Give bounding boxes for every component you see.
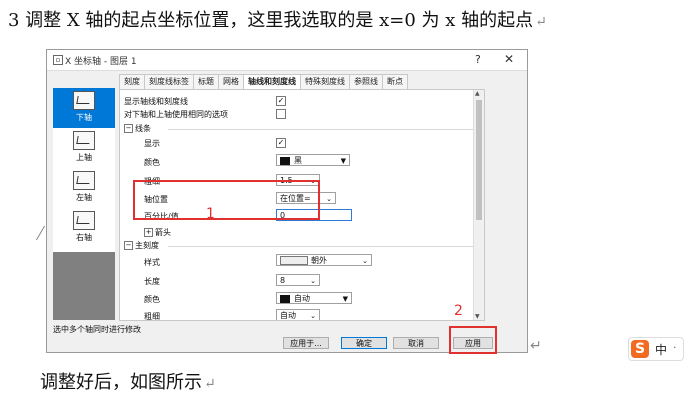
same-options-checkbox[interactable] <box>276 109 286 119</box>
highlight-box-2 <box>449 326 497 354</box>
show-axis-checkbox[interactable]: ✓ <box>276 96 286 106</box>
color-swatch <box>280 156 290 165</box>
same-options-label: 对下轴和上轴使用相同的选项 <box>124 110 228 119</box>
style-value: 朝外 <box>311 256 327 265</box>
tab-tick-labels[interactable]: 刻度线标签 <box>144 74 194 89</box>
major-color-value: 自动 <box>294 294 310 303</box>
cancel-button[interactable]: 取消 <box>393 337 439 349</box>
major-thickness-value: 自动 <box>280 311 296 320</box>
tick-style-swatch <box>280 256 308 265</box>
color-label: 颜色 <box>144 158 160 167</box>
major-tick-label: 主刻度 <box>135 241 159 250</box>
sogou-logo-icon: S <box>631 340 649 358</box>
dropdown-arrow-icon: ▼ <box>342 295 348 303</box>
annotation-number-1: 1 <box>206 206 215 222</box>
tab-breaks[interactable]: 断点 <box>382 74 408 89</box>
axis-left-icon <box>73 171 95 190</box>
dialog-title: X 坐标轴 - 图层 1 <box>65 57 137 67</box>
length-label: 长度 <box>144 277 160 286</box>
major-tick-group-title[interactable]: − 主刻度 <box>124 240 159 251</box>
ime-punct[interactable]: · <box>673 341 677 354</box>
divider <box>168 129 480 130</box>
major-color-dropdown[interactable]: 自动 ▼ <box>276 292 352 304</box>
collapse-icon: − <box>124 124 133 133</box>
tab-grid[interactable]: 网格 <box>218 74 244 89</box>
scroll-thumb[interactable] <box>476 100 482 220</box>
side-item-top[interactable]: 上轴 <box>53 128 115 168</box>
close-icon[interactable]: ✕ <box>504 52 514 66</box>
line-group-title[interactable]: − 线条 <box>124 123 151 134</box>
length-dropdown[interactable]: 8 ⌄ <box>276 274 320 286</box>
dialog-titlebar: ▫ X 坐标轴 - 图层 1 ? ✕ <box>47 50 527 71</box>
status-text: 选中多个轴同时进行修改 <box>53 325 141 334</box>
major-thickness-label: 粗细 <box>144 312 160 321</box>
highlight-box-1 <box>133 180 320 220</box>
expand-icon: + <box>144 228 153 237</box>
line-group-label: 线条 <box>135 124 151 133</box>
tab-bar: 刻度 刻度线标签 标题 网格 轴线和刻度线 特殊刻度线 参照线 断点 <box>119 74 408 89</box>
style-label: 样式 <box>144 258 160 267</box>
chevron-down-icon: ⌄ <box>326 195 332 203</box>
side-item-bottom[interactable]: 下轴 <box>53 88 115 128</box>
return-mark: ↵ <box>204 376 216 392</box>
tab-scale[interactable]: 刻度 <box>119 74 145 89</box>
side-item-label: 下轴 <box>76 113 92 122</box>
divider <box>168 246 480 247</box>
ime-toolbar[interactable]: S 中 · <box>628 337 684 361</box>
axis-bottom-icon <box>73 91 95 110</box>
color-value: 黑 <box>294 156 302 165</box>
arrow-label: 箭头 <box>155 228 171 237</box>
length-value: 8 <box>280 276 286 285</box>
show-line-checkbox[interactable]: ✓ <box>276 138 286 148</box>
side-item-label: 上轴 <box>76 153 92 162</box>
side-item-right[interactable]: 右轴 <box>53 208 115 248</box>
side-item-label: 右轴 <box>76 233 92 242</box>
scroll-up-icon[interactable]: ▲ <box>475 90 480 97</box>
axis-top-icon <box>73 131 95 150</box>
doc-line-2-text: 调整好后，如图所示 <box>40 372 202 393</box>
ok-button[interactable]: 确定 <box>341 337 387 349</box>
side-item-label: 左轴 <box>76 193 92 202</box>
chevron-down-icon: ⌄ <box>310 277 316 285</box>
major-color-label: 颜色 <box>144 295 160 304</box>
dropdown-arrow-icon: ▼ <box>340 157 346 165</box>
return-mark: ↵ <box>530 338 542 354</box>
arrow-group[interactable]: + 箭头 <box>144 227 171 238</box>
side-item-left[interactable]: 左轴 <box>53 168 115 208</box>
style-dropdown[interactable]: 朝外 ⌄ <box>276 254 372 266</box>
collapse-icon: − <box>124 241 133 250</box>
show-axis-label: 显示轴线和刻度线 <box>124 97 188 106</box>
doc-line-1: 3 调整 X 轴的起点坐标位置，这里我选取的是 x=0 为 x 轴的起点 ↵ <box>8 6 547 32</box>
ime-mode[interactable]: 中 <box>655 341 667 358</box>
help-button[interactable]: ? <box>475 53 481 66</box>
annotation-number-2: 2 <box>454 303 463 319</box>
axis-right-icon <box>73 211 95 230</box>
scroll-down-icon[interactable]: ▼ <box>475 313 480 320</box>
tab-line-and-ticks[interactable]: 轴线和刻度线 <box>243 74 301 89</box>
color-dropdown[interactable]: 黑 ▼ <box>276 154 350 166</box>
chevron-down-icon: ⌄ <box>362 257 368 265</box>
show-label: 显示 <box>144 139 160 148</box>
vertical-scrollbar[interactable]: ▲ ▼ <box>473 90 484 320</box>
chevron-down-icon: ⌄ <box>310 312 316 320</box>
major-thickness-dropdown[interactable]: 自动 ⌄ <box>276 309 320 320</box>
doc-line-1-text: 3 调整 X 轴的起点坐标位置，这里我选取的是 x=0 为 x 轴的起点 <box>8 10 534 31</box>
doc-line-2: 调整好后，如图所示 ↵ <box>40 368 216 394</box>
axis-side-list: 下轴 上轴 左轴 右轴 <box>53 88 115 320</box>
tab-special-ticks[interactable]: 特殊刻度线 <box>300 74 350 89</box>
color-swatch <box>280 294 290 303</box>
app-icon: ▫ <box>53 55 63 65</box>
return-mark: ↵ <box>535 14 547 30</box>
apply-to-button[interactable]: 应用于... <box>283 337 329 349</box>
tab-title[interactable]: 标题 <box>193 74 219 89</box>
tab-reference-lines[interactable]: 参照线 <box>349 74 383 89</box>
